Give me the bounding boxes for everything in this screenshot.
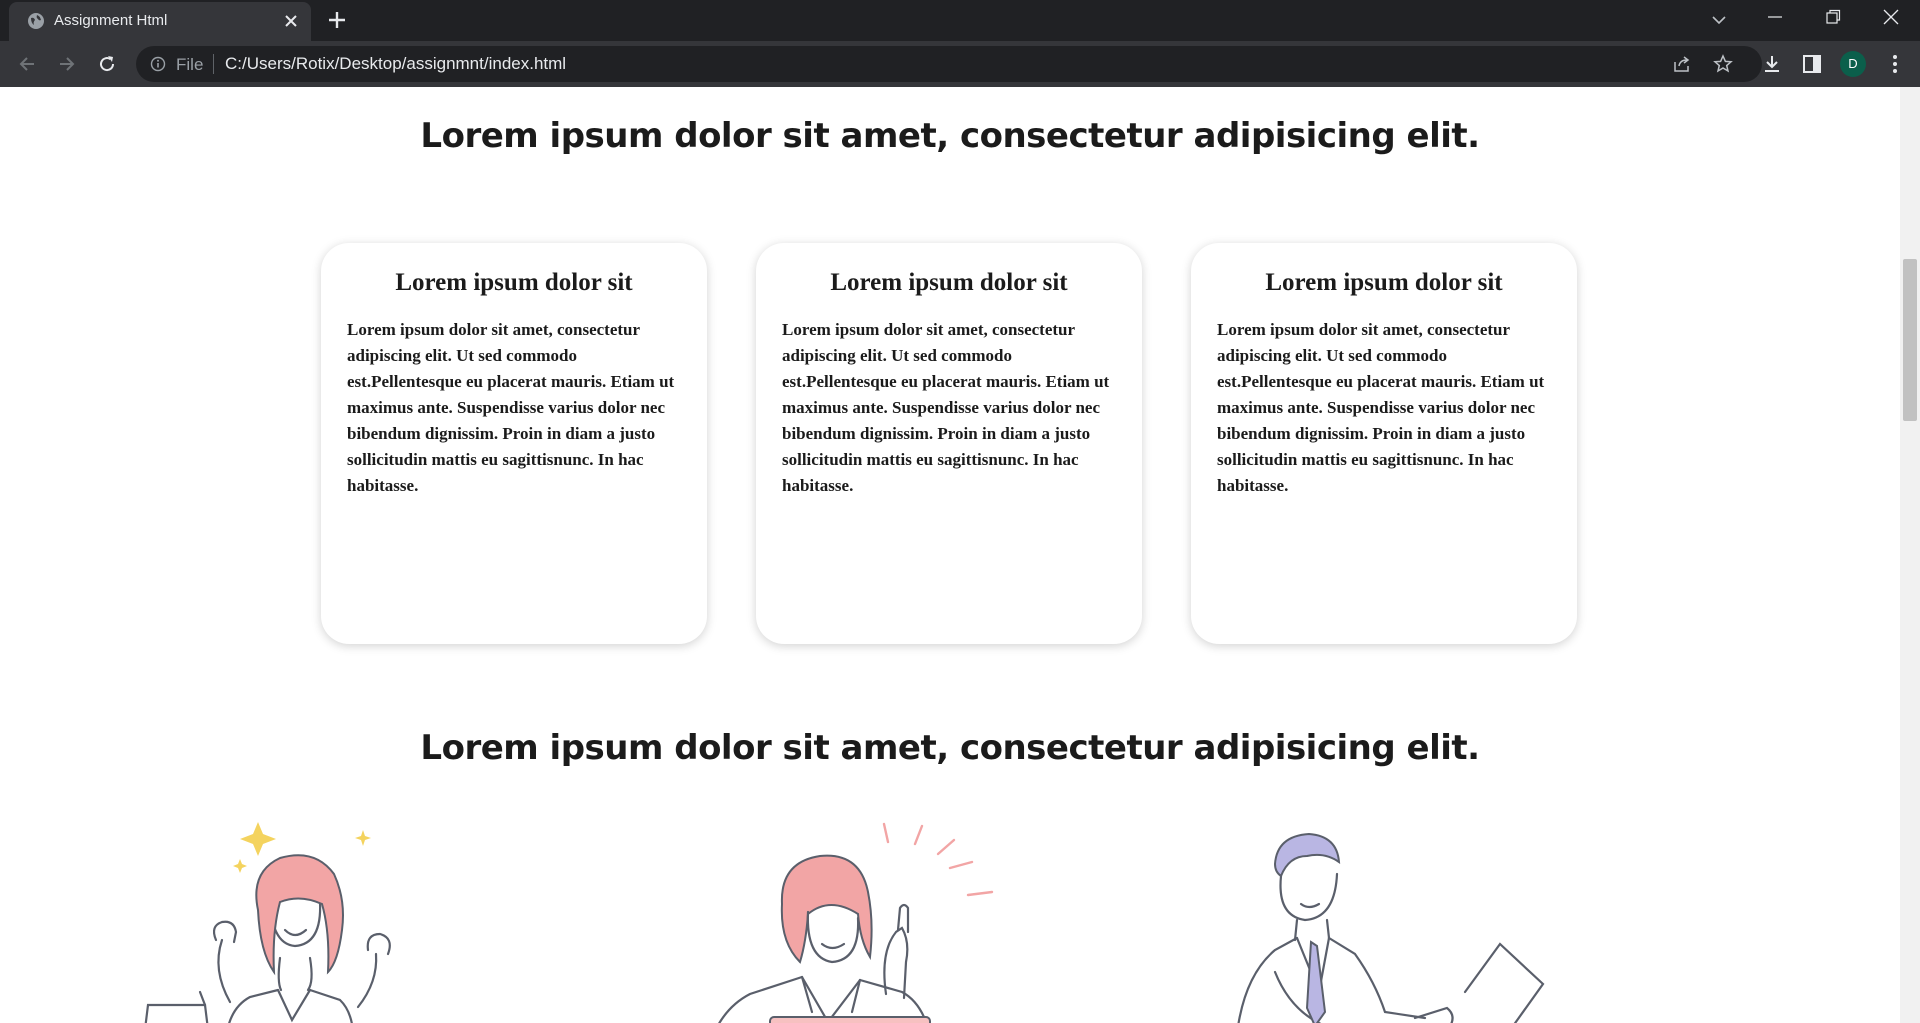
- info-icon[interactable]: [150, 56, 166, 72]
- tab-title: Assignment Html: [54, 12, 168, 29]
- restore-button[interactable]: [1804, 0, 1862, 34]
- back-button[interactable]: [13, 50, 41, 78]
- reload-button[interactable]: [93, 50, 121, 78]
- card-title: Lorem ipsum dolor sit: [1265, 269, 1503, 296]
- info-card: Lorem ipsum dolor sit Lorem ipsum dolor …: [756, 243, 1142, 644]
- page-viewport: Lorem ipsum dolor sit amet, consectetur …: [0, 87, 1900, 1023]
- download-icon[interactable]: [1761, 53, 1783, 75]
- scrollbar-thumb[interactable]: [1903, 259, 1917, 421]
- arrow-right-icon: [60, 57, 75, 71]
- share-icon[interactable]: [1672, 54, 1692, 74]
- profile-avatar[interactable]: D: [1840, 51, 1866, 77]
- side-panel-icon[interactable]: [1801, 53, 1823, 75]
- info-card: Lorem ipsum dolor sit Lorem ipsum dolor …: [321, 243, 707, 644]
- vertical-scrollbar[interactable]: [1900, 87, 1920, 1023]
- close-icon: [1883, 9, 1899, 25]
- card-body: Lorem ipsum dolor sit amet, consectetur …: [782, 320, 1110, 495]
- card-title: Lorem ipsum dolor sit: [395, 269, 633, 296]
- restore-icon: [1826, 9, 1841, 24]
- close-tab-icon[interactable]: [281, 11, 301, 31]
- section-heading: Lorem ipsum dolor sit amet, consectetur …: [420, 116, 1480, 156]
- reload-icon: [100, 56, 115, 72]
- more-menu-icon[interactable]: [1884, 53, 1906, 75]
- url-separator: [213, 54, 214, 74]
- card-title: Lorem ipsum dolor sit: [830, 269, 1068, 296]
- minimize-button[interactable]: [1746, 0, 1804, 34]
- info-card: Lorem ipsum dolor sit Lorem ipsum dolor …: [1191, 243, 1577, 644]
- card-body: Lorem ipsum dolor sit amet, consectetur …: [347, 320, 675, 495]
- minimize-icon: [1768, 16, 1782, 18]
- url-text[interactable]: C:/Users/Rotix/Desktop/assignmnt/index.h…: [225, 54, 566, 74]
- address-bar[interactable]: File C:/Users/Rotix/Desktop/assignmnt/in…: [136, 46, 1762, 82]
- close-window-button[interactable]: [1862, 0, 1920, 34]
- browser-tab[interactable]: Assignment Html: [9, 2, 311, 41]
- celebrating-woman-illustration: [144, 822, 391, 1023]
- url-scheme-label: File: [176, 55, 204, 74]
- globe-icon: [28, 13, 44, 29]
- idea-woman-laptop-illustration: [718, 822, 994, 1023]
- section-heading: Lorem ipsum dolor sit amet, consectetur …: [420, 728, 1480, 768]
- forward-button[interactable]: [53, 50, 81, 78]
- tab-search-chevron-icon[interactable]: [1707, 8, 1731, 32]
- businessman-laptop-illustration: [1237, 832, 1545, 1023]
- tab-strip: Assignment Html: [0, 0, 1920, 41]
- bookmark-star-icon[interactable]: [1713, 54, 1733, 74]
- arrow-left-icon: [19, 57, 34, 71]
- new-tab-icon[interactable]: [326, 9, 348, 31]
- browser-toolbar: File C:/Users/Rotix/Desktop/assignmnt/in…: [0, 41, 1920, 87]
- card-body: Lorem ipsum dolor sit amet, consectetur …: [1217, 320, 1545, 495]
